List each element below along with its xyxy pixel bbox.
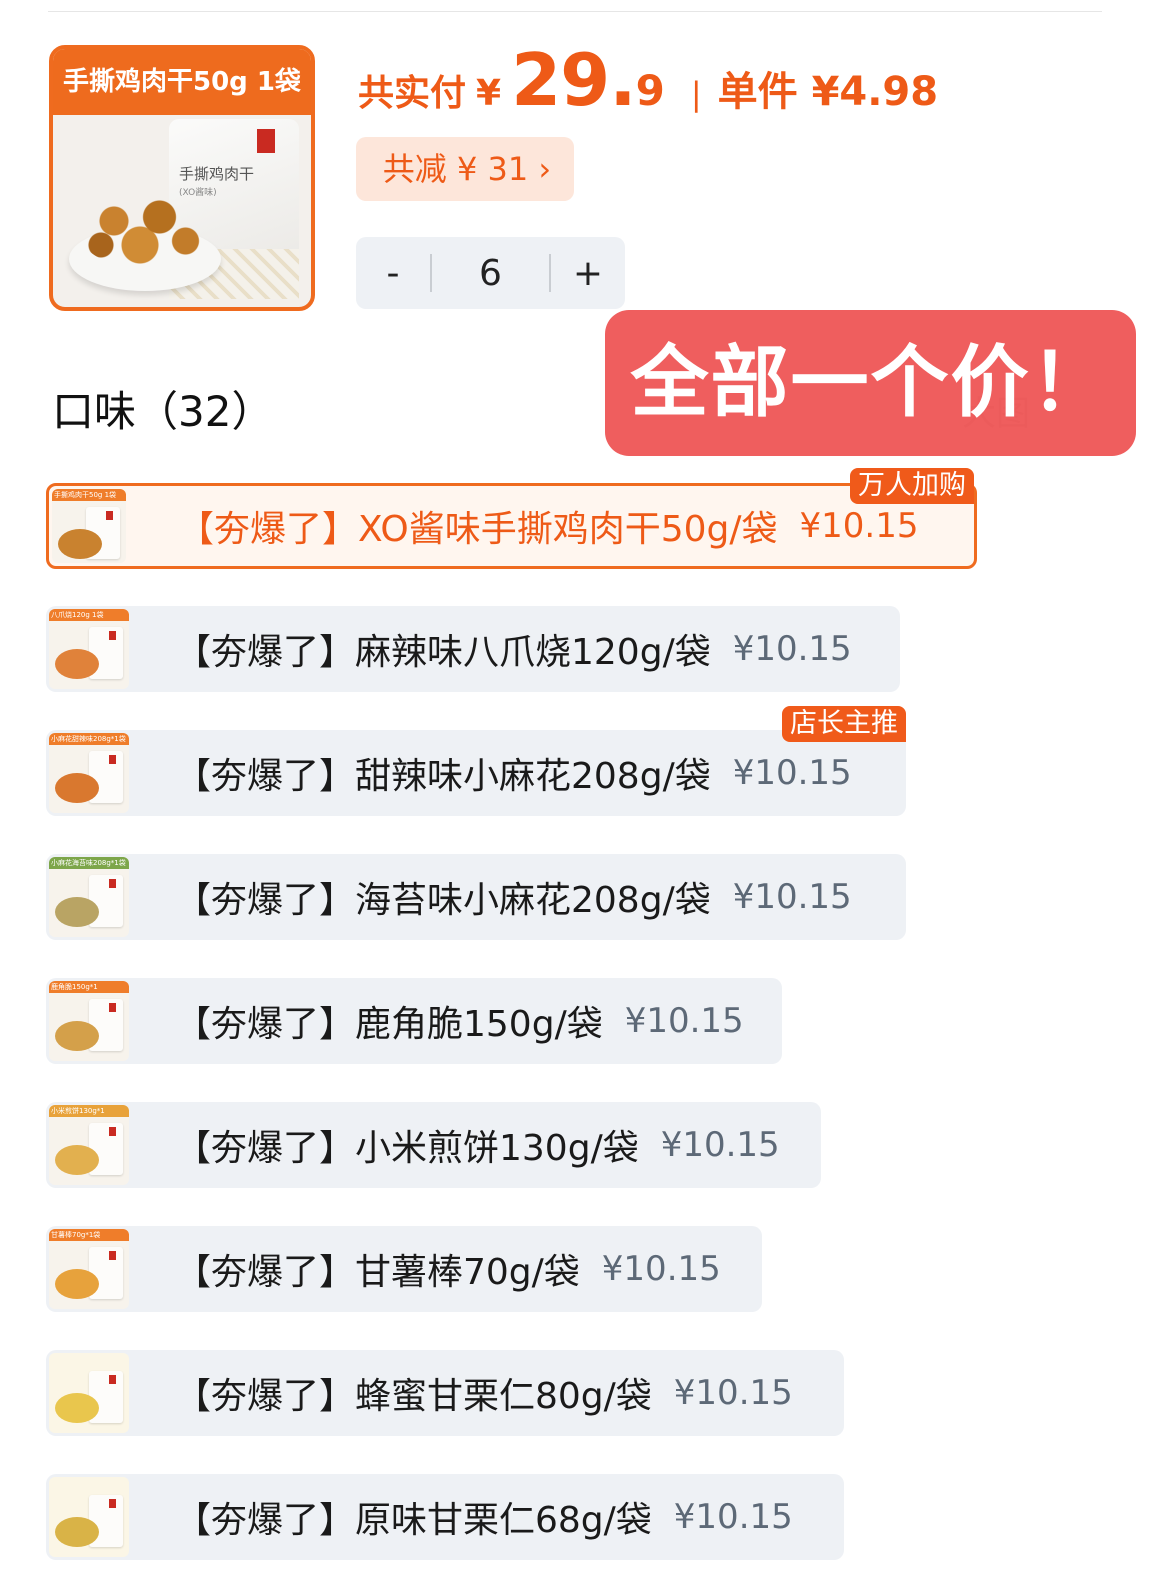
flavor-option[interactable]: 小米煎饼130g*1 【夯爆了】小米煎饼130g/袋 ¥10.15 bbox=[46, 1102, 821, 1188]
thumb-food bbox=[55, 897, 99, 927]
thumb-food bbox=[55, 1393, 99, 1423]
flavor-option[interactable]: 鹿角脆150g*1 【夯爆了】鹿角脆150g/袋 ¥10.15 bbox=[46, 978, 782, 1064]
option-price: ¥10.15 bbox=[732, 753, 852, 793]
option-price: ¥10.15 bbox=[601, 1249, 721, 1289]
thumb-banner: 鹿角脆150g*1 bbox=[49, 981, 129, 993]
price-separator: | bbox=[690, 75, 702, 113]
option-price: ¥10.15 bbox=[732, 877, 852, 917]
thumb-banner: 甘薯棒70g*1袋 bbox=[49, 1229, 129, 1241]
flavor-option[interactable]: 小麻花海苔味208g*1袋 【夯爆了】海苔味小麻花208g/袋 ¥10.15 bbox=[46, 854, 906, 940]
option-thumbnail: 八爪烧120g 1袋 bbox=[49, 609, 129, 689]
thumb-food bbox=[55, 1269, 99, 1299]
flavor-option-selected[interactable]: 手撕鸡肉干50g 1袋 【夯爆了】XO酱味手撕鸡肉干50g/袋 ¥10.15 万… bbox=[46, 468, 977, 569]
option-thumbnail bbox=[49, 1353, 129, 1433]
option-label: 【夯爆了】麻辣味八爪烧120g/袋 bbox=[175, 632, 711, 673]
flavor-option[interactable]: 甘薯棒70g*1袋 【夯爆了】甘薯棒70g/袋 ¥10.15 bbox=[46, 1226, 762, 1312]
option-thumbnail: 小米煎饼130g*1 bbox=[49, 1105, 129, 1185]
product-thumbnail[interactable]: 手撕鸡肉干50g 1袋 手撕鸡肉干 (XO酱味) bbox=[49, 45, 315, 311]
overlay-banner: 全部一个价！ bbox=[605, 310, 1136, 456]
flavor-option[interactable]: 八爪烧120g 1袋 【夯爆了】麻辣味八爪烧120g/袋 ¥10.15 bbox=[46, 606, 900, 692]
bag-title: 手撕鸡肉干 bbox=[179, 165, 255, 183]
thumb-banner: 手撕鸡肉干50g 1袋 bbox=[52, 489, 126, 501]
flavor-section-title: 口味（32） bbox=[52, 387, 274, 436]
option-label: 【夯爆了】鹿角脆150g/袋 bbox=[175, 1004, 603, 1045]
thumb-banner: 八爪烧120g 1袋 bbox=[49, 609, 129, 621]
thumb-food bbox=[55, 1517, 99, 1547]
unit-price: 单件 ¥4.98 bbox=[717, 69, 939, 115]
tag-recommended: 店长主推 bbox=[782, 706, 906, 742]
option-label: 【夯爆了】甜辣味小麻花208g/袋 bbox=[175, 756, 711, 797]
option-price: ¥10.15 bbox=[673, 1373, 793, 1413]
option-label: 【夯爆了】海苔味小麻花208g/袋 bbox=[175, 880, 711, 921]
thumb-banner: 小麻花甜辣味208g*1袋 bbox=[49, 733, 129, 745]
currency-symbol: ¥ bbox=[476, 73, 502, 114]
option-label: 【夯爆了】XO酱味手撕鸡肉干50g/袋 bbox=[178, 509, 778, 550]
option-price: ¥10.15 bbox=[799, 506, 919, 546]
quantity-value[interactable]: 6 bbox=[432, 253, 549, 294]
thumbnail-banner: 手撕鸡肉干50g 1袋 bbox=[53, 49, 311, 115]
option-label: 【夯爆了】蜂蜜甘栗仁80g/袋 bbox=[175, 1376, 652, 1417]
thumb-food bbox=[55, 1145, 99, 1175]
option-label: 【夯爆了】原味甘栗仁68g/袋 bbox=[175, 1500, 652, 1541]
option-thumbnail: 甘薯棒70g*1袋 bbox=[49, 1229, 129, 1309]
thumb-banner: 小麻花海苔味208g*1袋 bbox=[49, 857, 129, 869]
decrement-button[interactable]: - bbox=[356, 253, 430, 294]
tag-popular: 万人加购 bbox=[850, 468, 974, 504]
flavor-option[interactable]: 小麻花甜辣味208g*1袋 【夯爆了】甜辣味小麻花208g/袋 ¥10.15 店… bbox=[46, 706, 906, 816]
increment-button[interactable]: + bbox=[551, 253, 625, 294]
option-thumbnail: 鹿角脆150g*1 bbox=[49, 981, 129, 1061]
thumb-food bbox=[55, 773, 99, 803]
option-price: ¥10.15 bbox=[660, 1125, 780, 1165]
bag-flavor: (XO酱味) bbox=[179, 188, 217, 198]
option-price: ¥10.15 bbox=[624, 1001, 744, 1041]
option-thumbnail bbox=[49, 1477, 129, 1557]
top-divider bbox=[48, 11, 1102, 12]
thumb-food bbox=[58, 529, 102, 559]
option-thumbnail: 手撕鸡肉干50g 1袋 bbox=[52, 489, 126, 563]
option-label: 【夯爆了】小米煎饼130g/袋 bbox=[175, 1128, 639, 1169]
option-label: 【夯爆了】甘薯棒70g/袋 bbox=[175, 1252, 580, 1293]
flavor-option[interactable]: 【夯爆了】蜂蜜甘栗仁80g/袋 ¥10.15 bbox=[46, 1350, 844, 1436]
price-summary: 共实付 ¥ 29. 9 | 单件 ¥4.98 bbox=[358, 38, 938, 138]
total-price-decimal: 9 bbox=[635, 66, 665, 115]
option-price: ¥10.15 bbox=[673, 1497, 793, 1537]
brand-logo bbox=[257, 129, 275, 153]
thumb-banner: 小米煎饼130g*1 bbox=[49, 1105, 129, 1117]
option-thumbnail: 小麻花甜辣味208g*1袋 bbox=[49, 733, 129, 813]
quantity-stepper: - 6 + bbox=[356, 237, 625, 309]
option-thumbnail: 小麻花海苔味208g*1袋 bbox=[49, 857, 129, 937]
thumb-food bbox=[55, 1021, 99, 1051]
discount-chip[interactable]: 共减 ¥ 31 › bbox=[356, 137, 574, 201]
option-price: ¥10.15 bbox=[732, 629, 852, 669]
total-label: 共实付 bbox=[358, 73, 467, 114]
thumb-food bbox=[55, 649, 99, 679]
total-price-integer: 29. bbox=[511, 38, 637, 122]
flavor-option[interactable]: 【夯爆了】原味甘栗仁68g/袋 ¥10.15 bbox=[46, 1474, 844, 1560]
